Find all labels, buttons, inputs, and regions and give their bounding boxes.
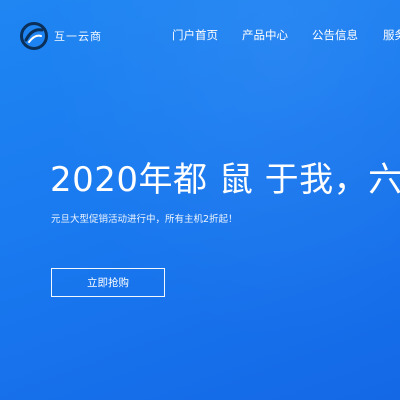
hero-title: 2020年都 鼠 于我，六 (50, 160, 400, 200)
top-header: 互一云商 门户首页 产品中心 公告信息 服务 (0, 0, 400, 62)
logo-icon (20, 22, 48, 50)
logo-title: 互一云商 (54, 29, 102, 43)
hero-subtitle: 元旦大型促销活动进行中，所有主机2折起！ (51, 214, 238, 225)
buy-now-button[interactable]: 立即抢购 (51, 268, 165, 297)
nav-item-products[interactable]: 产品中心 (242, 26, 288, 44)
site-logo[interactable]: 互一云商 (20, 20, 140, 52)
nav-item-services[interactable]: 服务 (383, 26, 400, 44)
nav-item-home[interactable]: 门户首页 (172, 26, 218, 44)
logo-text: 互一云商 (54, 31, 102, 42)
nav-item-announcements[interactable]: 公告信息 (312, 26, 358, 44)
